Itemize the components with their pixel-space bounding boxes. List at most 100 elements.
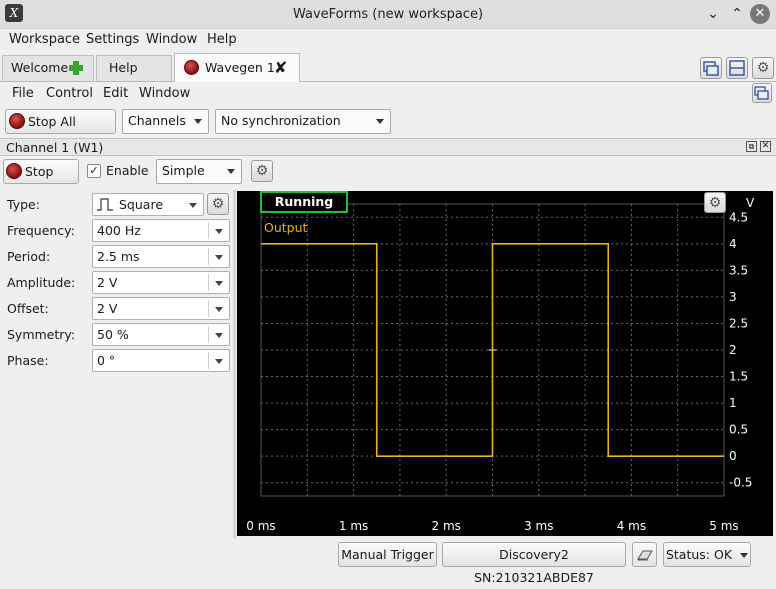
y-tick-label: 0.5 bbox=[729, 423, 748, 437]
menu-help[interactable]: Help bbox=[207, 32, 237, 48]
chevron-down-icon bbox=[194, 119, 202, 124]
menu-settings[interactable]: Settings bbox=[86, 32, 139, 48]
splitter-handle[interactable] bbox=[233, 190, 236, 538]
float-window-button[interactable] bbox=[700, 57, 722, 79]
phase-value: 0 ° bbox=[97, 353, 116, 368]
output-trace bbox=[261, 243, 724, 457]
y-tick-label: 1.5 bbox=[729, 370, 748, 384]
tab-label: Welcome bbox=[11, 60, 69, 75]
chevron-down-icon[interactable] bbox=[215, 229, 223, 234]
tab-wavegen-1[interactable]: Wavegen 1 ✘ bbox=[174, 53, 300, 82]
type-label: Type: bbox=[7, 197, 40, 212]
menu-window[interactable]: Window bbox=[146, 32, 197, 48]
amplitude-label: Amplitude: bbox=[7, 275, 76, 290]
maximize-button[interactable]: ⌃ bbox=[728, 5, 746, 23]
close-icon[interactable]: ✘ bbox=[274, 54, 287, 81]
minimize-button[interactable]: ⌄ bbox=[704, 5, 722, 23]
stop-label: Stop bbox=[25, 164, 54, 179]
x-tick-label: 2 ms bbox=[432, 519, 461, 533]
detach-button[interactable] bbox=[752, 83, 772, 103]
menu-window-2[interactable]: Window bbox=[139, 86, 190, 102]
y-tick-label: 4.5 bbox=[729, 210, 748, 224]
device-button[interactable]: Discovery2 SN:210321ABDE87 bbox=[442, 542, 626, 585]
enable-checkbox[interactable]: ✓ bbox=[87, 164, 101, 178]
restore-icon[interactable]: ⧉ bbox=[746, 141, 757, 152]
channels-dropdown[interactable]: Channels bbox=[122, 109, 209, 134]
menu-workspace[interactable]: Workspace bbox=[9, 32, 80, 48]
status-button[interactable]: Status: OK bbox=[663, 542, 751, 567]
split-icon bbox=[729, 60, 745, 76]
stop-all-label: Stop All bbox=[28, 114, 76, 129]
tab-help[interactable]: Help bbox=[96, 55, 172, 81]
chevron-down-icon[interactable] bbox=[215, 333, 223, 338]
offset-field[interactable]: 2 V bbox=[92, 297, 230, 320]
y-tick-label: 0 bbox=[729, 449, 737, 463]
sync-label: No synchronization bbox=[221, 113, 341, 128]
symmetry-label: Symmetry: bbox=[7, 327, 76, 342]
square-wave-icon bbox=[96, 197, 114, 218]
menu-control[interactable]: Control bbox=[46, 86, 93, 102]
plot-area[interactable]: 4.5 4 3.5 3 2.5 2 1.5 1 0.5 0 -0.5 0 ms 1 ms 2 ms 3 ms… bbox=[237, 191, 773, 536]
close-icon[interactable]: ✕ bbox=[760, 141, 771, 152]
amplitude-field[interactable]: 2 V bbox=[92, 271, 230, 294]
offset-label: Offset: bbox=[7, 301, 49, 316]
close-window-button[interactable]: ✕ bbox=[750, 4, 770, 24]
y-tick-label: 3 bbox=[729, 290, 737, 304]
plot-settings-button[interactable]: ⚙ bbox=[704, 192, 726, 213]
settings-button[interactable]: ⚙ bbox=[752, 57, 774, 79]
windows-icon bbox=[754, 86, 769, 100]
chevron-down-icon bbox=[189, 203, 197, 208]
x-tick-label: 1 ms bbox=[339, 519, 368, 533]
channel-title: Channel 1 (W1) bbox=[6, 140, 104, 155]
stop-all-button[interactable]: Stop All bbox=[5, 109, 116, 134]
phase-field[interactable]: 0 ° bbox=[92, 349, 230, 372]
window-title: WaveForms (new workspace) bbox=[292, 7, 484, 22]
sync-dropdown[interactable]: No synchronization bbox=[215, 109, 391, 134]
chevron-down-icon[interactable] bbox=[215, 307, 223, 312]
stop-icon bbox=[6, 163, 22, 179]
type-value: Square bbox=[119, 197, 164, 212]
channel-settings-button[interactable]: ⚙ bbox=[251, 160, 273, 182]
enable-label: Enable bbox=[106, 163, 149, 178]
x-tick-label: 0 ms bbox=[246, 519, 275, 533]
y-tick-label: 3.5 bbox=[729, 263, 748, 277]
split-window-button[interactable] bbox=[726, 57, 748, 79]
gear-icon: ⚙ bbox=[708, 195, 722, 211]
period-field[interactable]: 2.5 ms bbox=[92, 245, 230, 268]
tab-label: Wavegen 1 bbox=[205, 60, 275, 75]
x-tick-label: 5 ms bbox=[709, 519, 738, 533]
status-indicator: Running bbox=[260, 191, 348, 213]
stop-button[interactable]: Stop bbox=[3, 159, 79, 184]
chevron-down-icon bbox=[227, 169, 235, 174]
symmetry-field[interactable]: 50 % bbox=[92, 323, 230, 346]
period-label: Period: bbox=[7, 249, 51, 264]
channels-label: Channels bbox=[128, 113, 186, 128]
y-tick-label: 2 bbox=[729, 343, 737, 357]
type-settings-button[interactable]: ⚙ bbox=[207, 193, 229, 215]
mode-dropdown[interactable]: Simple bbox=[156, 159, 242, 184]
gear-icon: ⚙ bbox=[255, 163, 269, 179]
menu-edit[interactable]: Edit bbox=[103, 86, 128, 102]
type-dropdown[interactable]: Square bbox=[92, 193, 204, 216]
gear-icon: ⚙ bbox=[211, 196, 225, 212]
tab-welcome[interactable]: Welcome bbox=[2, 55, 94, 81]
y-tick-label: 4 bbox=[729, 237, 737, 251]
status-label: Status: OK bbox=[665, 547, 733, 562]
eraser-icon bbox=[636, 550, 653, 561]
plus-icon bbox=[68, 60, 84, 76]
chevron-down-icon bbox=[740, 553, 749, 558]
stop-icon bbox=[9, 113, 25, 129]
manual-trigger-button[interactable]: Manual Trigger bbox=[338, 542, 437, 567]
symmetry-value: 50 % bbox=[97, 327, 129, 342]
y-tick-label: 2.5 bbox=[729, 316, 748, 330]
chevron-down-icon[interactable] bbox=[215, 281, 223, 286]
chevron-down-icon[interactable] bbox=[215, 255, 223, 260]
offset-value: 2 V bbox=[97, 301, 118, 316]
y-tick-label: -0.5 bbox=[729, 476, 752, 490]
frequency-field[interactable]: 400 Hz bbox=[92, 219, 230, 242]
stop-icon bbox=[184, 60, 199, 75]
menu-file[interactable]: File bbox=[12, 86, 34, 102]
chevron-down-icon[interactable] bbox=[215, 359, 223, 364]
eraser-button[interactable] bbox=[632, 542, 657, 567]
y-tick-label: 1 bbox=[729, 396, 737, 410]
